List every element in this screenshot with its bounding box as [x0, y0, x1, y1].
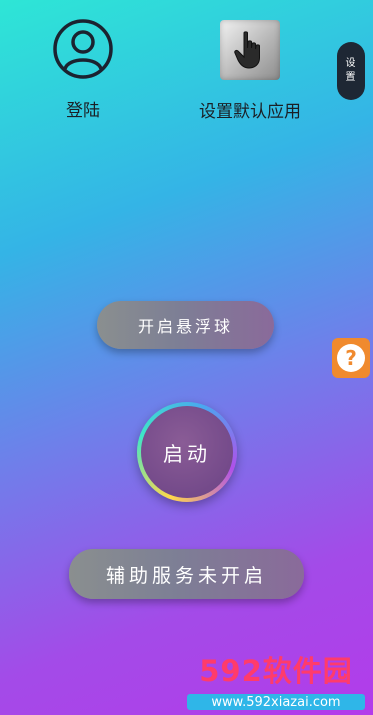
question-mark-icon: ?	[337, 344, 365, 372]
user-avatar-icon	[53, 19, 113, 79]
set-default-app-button[interactable]: 设置默认应用	[190, 20, 310, 122]
login-label: 登陆	[66, 101, 100, 121]
settings-tab[interactable]: 设 置	[337, 42, 365, 100]
help-button[interactable]: ?	[332, 338, 370, 378]
set-default-app-label: 设置默认应用	[199, 102, 301, 122]
settings-label-char2: 置	[345, 72, 357, 83]
login-button[interactable]: 登陆	[47, 18, 119, 121]
watermark-url: www.592xiazai.com	[187, 694, 365, 710]
accessibility-service-button[interactable]: 辅助服务未开启	[69, 549, 304, 599]
start-button[interactable]: 启动	[137, 402, 237, 502]
floating-ball-button[interactable]: 开启悬浮球	[97, 301, 274, 349]
start-button-label: 启动	[141, 406, 233, 498]
hand-pointer-icon	[220, 20, 280, 80]
watermark-title: 592软件园	[199, 654, 353, 688]
settings-label-char1: 设	[345, 58, 357, 69]
watermark: 592软件园 www.592xiazai.com	[187, 648, 365, 710]
